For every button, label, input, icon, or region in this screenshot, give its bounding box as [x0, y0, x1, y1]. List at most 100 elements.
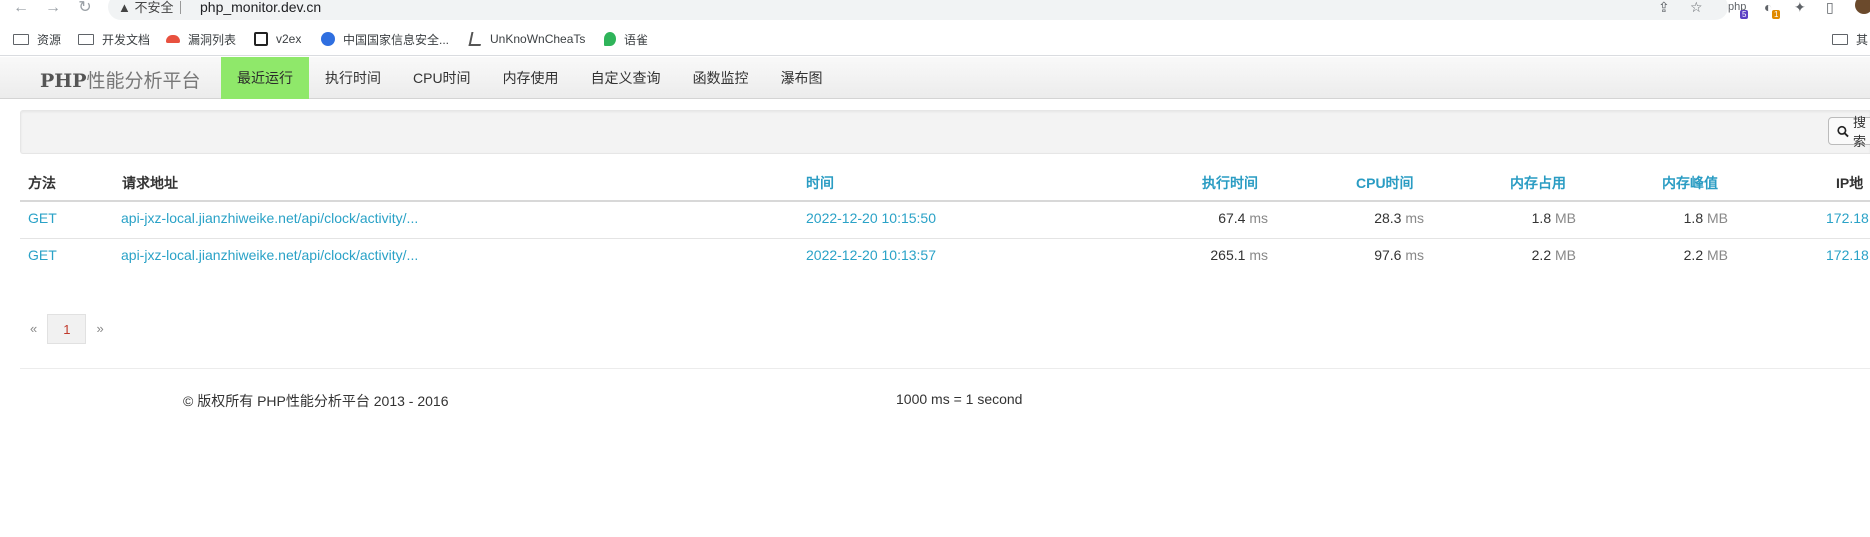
header-memory[interactable]: 内存占用 — [1510, 170, 1566, 202]
row-method[interactable]: GET — [28, 210, 57, 226]
profile-avatar[interactable] — [1855, 0, 1870, 14]
exec-value: 265.1 — [1210, 247, 1246, 263]
row-memory-peak: 1.8 MB — [1684, 210, 1728, 226]
row-ip[interactable]: 172.18 — [1826, 247, 1869, 263]
bookmark-item[interactable]: 资源 — [13, 30, 61, 48]
browser-toolbar: ← → ↻ ▲ 不安全 php_monitor.dev.cn ⇪ ☆ php 5… — [0, 0, 1870, 22]
bookmark-item[interactable]: 开发文档 — [78, 30, 150, 48]
bookmark-label: UnKnoWnCheaTs — [490, 32, 586, 46]
header-ip: IP地 — [1836, 175, 1864, 191]
nav-function-monitor[interactable]: 函数监控 — [677, 57, 765, 99]
side-panel-icon[interactable]: ▯ — [1826, 0, 1834, 14]
forward-arrow-icon[interactable]: → — [42, 0, 64, 18]
brand-logo[interactable]: PHP性能分析平台 — [40, 66, 201, 93]
footer-copyright: © 版权所有 PHP性能分析平台 2013 - 2016 — [183, 393, 449, 409]
share-icon[interactable]: ⇪ — [1658, 0, 1670, 15]
row-memory-peak: 2.2 MB — [1684, 247, 1728, 263]
bookmark-label: 中国国家信息安全... — [343, 32, 450, 47]
other-bookmarks[interactable]: 其 — [1832, 30, 1868, 48]
bookmark-star-icon[interactable]: ☆ — [1690, 0, 1703, 15]
row-time[interactable]: 2022-12-20 10:15:50 — [806, 210, 936, 226]
header-cpu-time[interactable]: CPU时间 — [1356, 170, 1414, 202]
header-divider — [20, 200, 1870, 202]
unit-label: MB — [1555, 247, 1576, 263]
puzzle-icon[interactable]: ✦ — [1794, 0, 1806, 14]
folder-icon — [1832, 33, 1848, 45]
unit-label: ms — [1249, 210, 1268, 226]
nav-exec-time[interactable]: 执行时间 — [309, 57, 397, 99]
row-method[interactable]: GET — [28, 247, 57, 263]
php-ext-badge: 5 — [1740, 10, 1749, 19]
row-time[interactable]: 2022-12-20 10:13:57 — [806, 247, 936, 263]
url-text[interactable]: php_monitor.dev.cn — [200, 0, 321, 15]
header-memory-peak[interactable]: 内存峰值 — [1662, 170, 1718, 202]
bookmark-item[interactable]: UnKnoWnCheaTs — [468, 30, 586, 48]
address-bar[interactable] — [108, 0, 1728, 20]
bookmark-item[interactable]: v2ex — [254, 30, 301, 48]
header-url: 请求地址 — [122, 175, 178, 191]
app-navbar: PHP性能分析平台 最近运行 执行时间 CPU时间 内存使用 自定义查询 函数监… — [0, 57, 1870, 99]
folder-icon — [78, 33, 94, 45]
unit-label: MB — [1707, 210, 1728, 226]
row-exec-time: 67.4 ms — [1218, 210, 1268, 226]
row-memory: 2.2 MB — [1532, 247, 1576, 263]
pagination-prev[interactable]: « — [20, 314, 47, 344]
unit-label: MB — [1707, 247, 1728, 263]
row-url[interactable]: api-jxz-local.jianzhiweike.net/api/clock… — [121, 247, 418, 263]
bookmark-label: 开发文档 — [102, 32, 151, 47]
footer-note: 1000 ms = 1 second — [896, 391, 1023, 407]
bookmark-label: v2ex — [276, 32, 302, 46]
pagination-page-current[interactable]: 1 — [47, 314, 87, 344]
bookmark-item[interactable]: 漏洞列表 — [166, 30, 236, 48]
row-url[interactable]: api-jxz-local.jianzhiweike.net/api/clock… — [121, 210, 418, 226]
row-divider — [20, 238, 1870, 239]
row-ip[interactable]: 172.18 — [1826, 210, 1869, 226]
warning-icon: ▲ — [118, 0, 131, 15]
security-label: 不安全 — [134, 0, 174, 15]
reload-icon[interactable]: ↻ — [74, 0, 96, 18]
yuque-icon — [604, 32, 616, 46]
back-arrow-icon[interactable]: ← — [10, 0, 32, 18]
brand-rest: 性能分析平台 — [86, 71, 201, 92]
memory-value: 2.2 — [1531, 247, 1552, 263]
header-time[interactable]: 时间 — [806, 170, 834, 202]
footer-divider — [20, 368, 1870, 369]
nav-recent-runs[interactable]: 最近运行 — [221, 57, 309, 99]
bookmark-item[interactable]: 语雀 — [604, 30, 648, 48]
bookmark-label: 语雀 — [624, 32, 649, 47]
refresh-ext-badge: 1 — [1772, 10, 1781, 19]
unit-label: ms — [1249, 247, 1268, 263]
main-menu: 最近运行 执行时间 CPU时间 内存使用 自定义查询 函数监控 瀑布图 — [221, 57, 839, 99]
pagination: « 1 » — [20, 314, 114, 344]
folder-icon — [13, 33, 29, 45]
unit-label: ms — [1405, 247, 1424, 263]
search-button[interactable]: 搜索 — [1828, 115, 1870, 149]
address-separator — [180, 1, 181, 14]
nav-cpu-time[interactable]: CPU时间 — [397, 57, 487, 99]
bookmarks-bar: 资源 开发文档 漏洞列表 v2ex 中国国家信息安全... UnKnoWnChe… — [0, 22, 1870, 56]
nav-custom-query[interactable]: 自定义查询 — [575, 57, 677, 99]
peak-value: 2.2 — [1683, 247, 1704, 263]
unit-label: MB — [1555, 210, 1576, 226]
bookmark-label: 资源 — [37, 32, 62, 47]
cpu-value: 97.6 — [1374, 247, 1402, 263]
nav-waterfall[interactable]: 瀑布图 — [765, 57, 839, 99]
bookmark-item[interactable]: 中国国家信息安全... — [321, 30, 449, 48]
header-exec-time[interactable]: 执行时间 — [1202, 170, 1258, 202]
nav-memory-usage[interactable]: 内存使用 — [487, 57, 575, 99]
pagination-next[interactable]: » — [86, 314, 113, 344]
row-cpu-time: 28.3 ms — [1374, 210, 1424, 226]
row-memory: 1.8 MB — [1532, 210, 1576, 226]
search-icon — [1837, 125, 1849, 137]
row-exec-time: 265.1 ms — [1210, 247, 1268, 263]
unit-label: ms — [1405, 210, 1424, 226]
security-warning[interactable]: ▲ 不安全 — [118, 0, 174, 15]
cnnvd-icon — [321, 32, 335, 46]
v2ex-icon — [254, 32, 268, 46]
bug-icon — [166, 35, 180, 43]
exec-value: 67.4 — [1218, 210, 1246, 226]
bookmark-label: 漏洞列表 — [188, 32, 237, 47]
cpu-value: 28.3 — [1374, 210, 1402, 226]
row-cpu-time: 97.6 ms — [1374, 247, 1424, 263]
other-bookmarks-label: 其 — [1856, 32, 1869, 47]
